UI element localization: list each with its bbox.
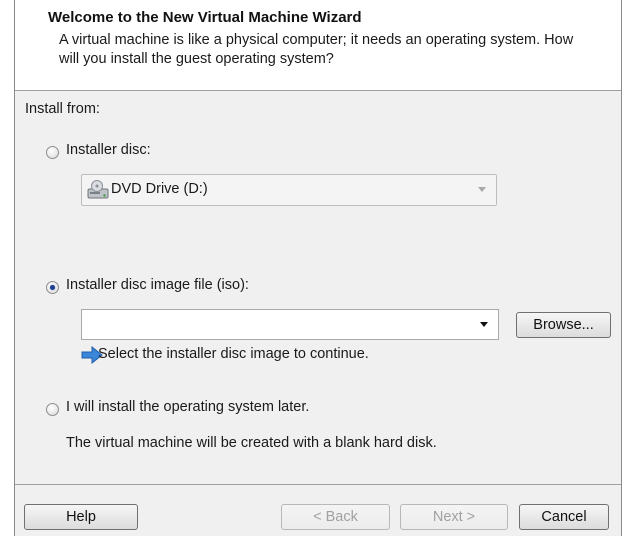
install-later-label[interactable]: I will install the operating system late… xyxy=(66,399,309,415)
wizard-subtitle: A virtual machine is like a physical com… xyxy=(59,32,574,67)
footer-divider xyxy=(15,484,621,485)
optical-drive-icon xyxy=(87,180,109,199)
drive-select-value: DVD Drive (D:) xyxy=(111,181,208,197)
chevron-down-icon xyxy=(478,187,486,192)
iso-path-combobox[interactable] xyxy=(81,309,499,340)
install-later-radio[interactable] xyxy=(46,403,59,416)
cancel-button[interactable]: Cancel xyxy=(519,504,609,530)
wizard-header: Welcome to the New Virtual Machine Wizar… xyxy=(15,0,621,91)
new-vm-wizard-dialog: Welcome to the New Virtual Machine Wizar… xyxy=(14,0,622,536)
chevron-down-icon[interactable] xyxy=(480,322,488,327)
iso-hint-text: Select the installer disc image to conti… xyxy=(98,346,369,362)
back-button[interactable]: < Back xyxy=(281,504,390,530)
wizard-title: Welcome to the New Virtual Machine Wizar… xyxy=(48,9,362,26)
installer-disc-label[interactable]: Installer disc: xyxy=(66,142,151,158)
iso-label[interactable]: Installer disc image file (iso): xyxy=(66,277,249,293)
next-button[interactable]: Next > xyxy=(400,504,508,530)
iso-radio[interactable] xyxy=(46,281,59,294)
install-from-label: Install from: xyxy=(25,101,100,117)
installer-disc-radio[interactable] xyxy=(46,146,59,159)
install-later-description: The virtual machine will be created with… xyxy=(66,435,437,451)
browse-button[interactable]: Browse... xyxy=(516,312,611,338)
help-button[interactable]: Help xyxy=(24,504,138,530)
